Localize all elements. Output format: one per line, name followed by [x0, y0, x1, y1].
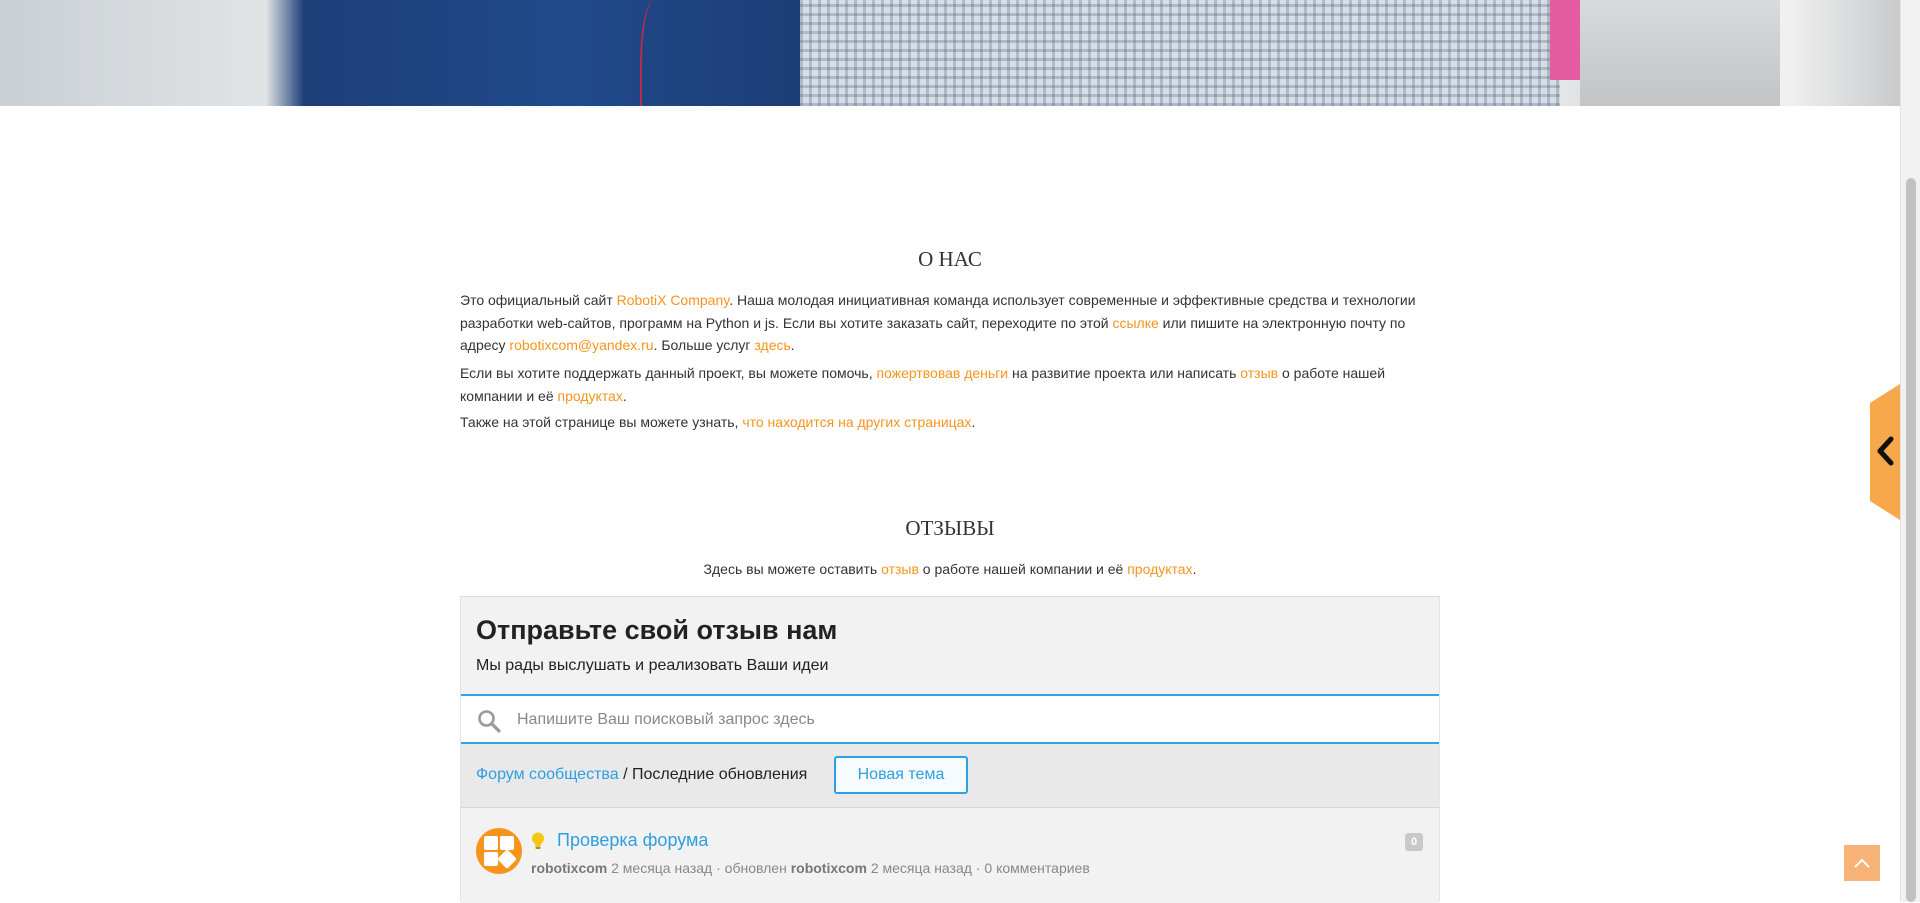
- donate-link[interactable]: пожертвовав деньги: [877, 365, 1009, 381]
- chevron-left-icon: [1876, 436, 1894, 472]
- reviews-products-link[interactable]: продуктах: [1127, 561, 1192, 577]
- about-paragraph-3: Также на этой странице вы можете узнать,…: [460, 414, 976, 430]
- reviews-review-link[interactable]: отзыв: [881, 561, 919, 577]
- hero-banner-image: [0, 0, 1900, 106]
- scrollbar-thumb[interactable]: [1906, 178, 1916, 902]
- comment-count-badge: 0: [1405, 833, 1423, 851]
- reviews-title: ОТЗЫВЫ: [905, 516, 995, 540]
- avatar[interactable]: [476, 828, 522, 874]
- topic-author[interactable]: robotixcom: [531, 860, 607, 876]
- other-pages-link[interactable]: что находится на других страницах: [742, 414, 971, 430]
- back-to-top-button[interactable]: [1844, 845, 1880, 881]
- bulb-icon: [531, 832, 545, 850]
- company-link[interactable]: RobotiX Company: [617, 292, 730, 308]
- topic-meta: robotixcom 2 месяца назад · обновлен rob…: [531, 860, 1090, 876]
- list-item[interactable]: Проверка форума robotixcom 2 месяца наза…: [461, 808, 1439, 903]
- feedback-widget: Отправьте свой отзыв нам Мы рады выслуша…: [460, 596, 1440, 903]
- breadcrumb-separator: /: [618, 766, 632, 783]
- topic-updater[interactable]: robotixcom: [791, 860, 867, 876]
- about-paragraph-1: Это официальный сайт RobotiX Company. На…: [460, 292, 1416, 353]
- about-paragraph-2: Если вы хотите поддержать данный проект,…: [460, 365, 1386, 404]
- email-link[interactable]: robotixcom@yandex.ru: [509, 337, 653, 353]
- search-bar: [461, 694, 1439, 744]
- topic-comments: 0 комментариев: [984, 860, 1090, 876]
- page-scrollbar[interactable]: [1900, 0, 1920, 902]
- new-topic-button[interactable]: Новая тема: [834, 756, 968, 794]
- breadcrumb-current: Последние обновления: [631, 766, 808, 783]
- review-link[interactable]: отзыв: [1240, 365, 1278, 381]
- side-panel-tab[interactable]: [1870, 384, 1900, 520]
- search-icon: [477, 709, 501, 733]
- order-site-link[interactable]: ссылке: [1112, 315, 1158, 331]
- services-link[interactable]: здесь: [754, 337, 790, 353]
- breadcrumb-forum-link[interactable]: Форум сообщества: [476, 766, 619, 783]
- forum-toolbar: Форум сообщества / Последние обновления …: [461, 744, 1439, 808]
- widget-subheading: Мы рады выслушать и реализовать Ваши иде…: [476, 657, 829, 674]
- widget-heading: Отправьте свой отзыв нам: [476, 615, 838, 645]
- reviews-intro: Здесь вы можете оставить отзыв о работе …: [703, 561, 1197, 577]
- breadcrumb: Форум сообщества / Последние обновления: [476, 766, 807, 784]
- about-title: О НАС: [918, 247, 982, 271]
- topic-title-link[interactable]: Проверка форума: [557, 830, 708, 851]
- search-input[interactable]: [515, 704, 1419, 736]
- products-link[interactable]: продуктах: [558, 388, 623, 404]
